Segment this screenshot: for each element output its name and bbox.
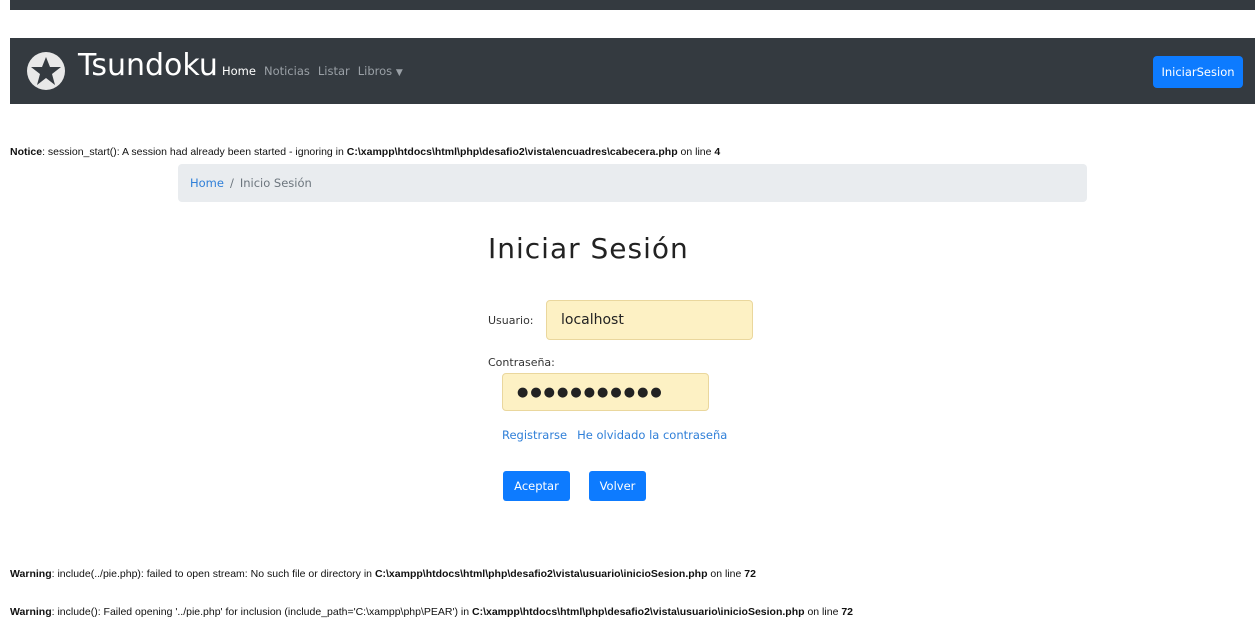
user-label: Usuario: [488, 314, 534, 327]
password-input-value: ●●●●●●●●●●● [517, 384, 664, 400]
navbar: Tsundoku Home Noticias Listar Libros ▼ I… [10, 38, 1255, 104]
user-input[interactable]: localhost [546, 300, 753, 340]
register-link[interactable]: Registrarse [502, 428, 567, 442]
warning-path: C:\xampp\htdocs\html\php\desafio2\vista\… [472, 606, 805, 618]
notice-message: : session_start(): A session had already… [42, 146, 347, 158]
password-input[interactable]: ●●●●●●●●●●● [502, 373, 709, 411]
form-links: Registrarse He olvidado la contraseña [502, 428, 727, 442]
user-input-value: localhost [561, 312, 624, 328]
forgot-password-link[interactable]: He olvidado la contraseña [577, 428, 727, 442]
nav-dropdown-libros[interactable]: Libros ▼ [358, 64, 403, 78]
warning-line: 72 [744, 568, 756, 580]
breadcrumb-separator: / [229, 176, 234, 190]
nav-link-home[interactable]: Home [222, 64, 256, 78]
caret-down-icon: ▼ [395, 68, 403, 78]
warning-message: : include(../pie.php): failed to open st… [51, 568, 375, 580]
nav-links: Home Noticias Listar Libros ▼ [222, 64, 403, 78]
warning-label: Warning [10, 606, 52, 618]
login-button[interactable]: IniciarSesion [1153, 56, 1243, 88]
warning-line-text: on line [804, 606, 842, 618]
warning-line-text: on line [707, 568, 745, 580]
notice-path: C:\xampp\htdocs\html\php\desafio2\vista\… [346, 146, 678, 158]
notice-line: 4 [714, 146, 721, 158]
accept-button[interactable]: Aceptar [503, 471, 570, 501]
php-warning-1: Warning: include(../pie.php): failed to … [10, 568, 756, 580]
password-label: Contraseña: [488, 356, 555, 369]
nav-link-noticias[interactable]: Noticias [264, 64, 310, 78]
warning-path: C:\xampp\htdocs\html\php\desafio2\vista\… [374, 568, 708, 580]
breadcrumb-current: Inicio Sesión [239, 176, 312, 190]
star-logo-icon[interactable] [26, 51, 66, 91]
warning-line: 72 [841, 606, 854, 618]
warning-label: Warning [10, 568, 52, 580]
warning-message: : include(): Failed opening '../pie.php'… [51, 606, 472, 618]
notice-label: Notice [10, 146, 43, 158]
top-strip [10, 0, 1255, 10]
breadcrumb: Home / Inicio Sesión [178, 164, 1087, 202]
brand-name[interactable]: Tsundoku [78, 48, 218, 83]
php-warning-2: Warning: include(): Failed opening '../p… [10, 606, 853, 618]
php-notice: Notice: session_start(): A session had a… [10, 146, 720, 158]
back-button[interactable]: Volver [589, 471, 646, 501]
nav-link-listar[interactable]: Listar [318, 64, 350, 78]
notice-line-text: on line [677, 146, 715, 158]
page-title: Iniciar Sesión [488, 232, 689, 265]
nav-dropdown-libros-label: Libros [357, 64, 393, 78]
breadcrumb-home-link[interactable]: Home [190, 176, 224, 190]
